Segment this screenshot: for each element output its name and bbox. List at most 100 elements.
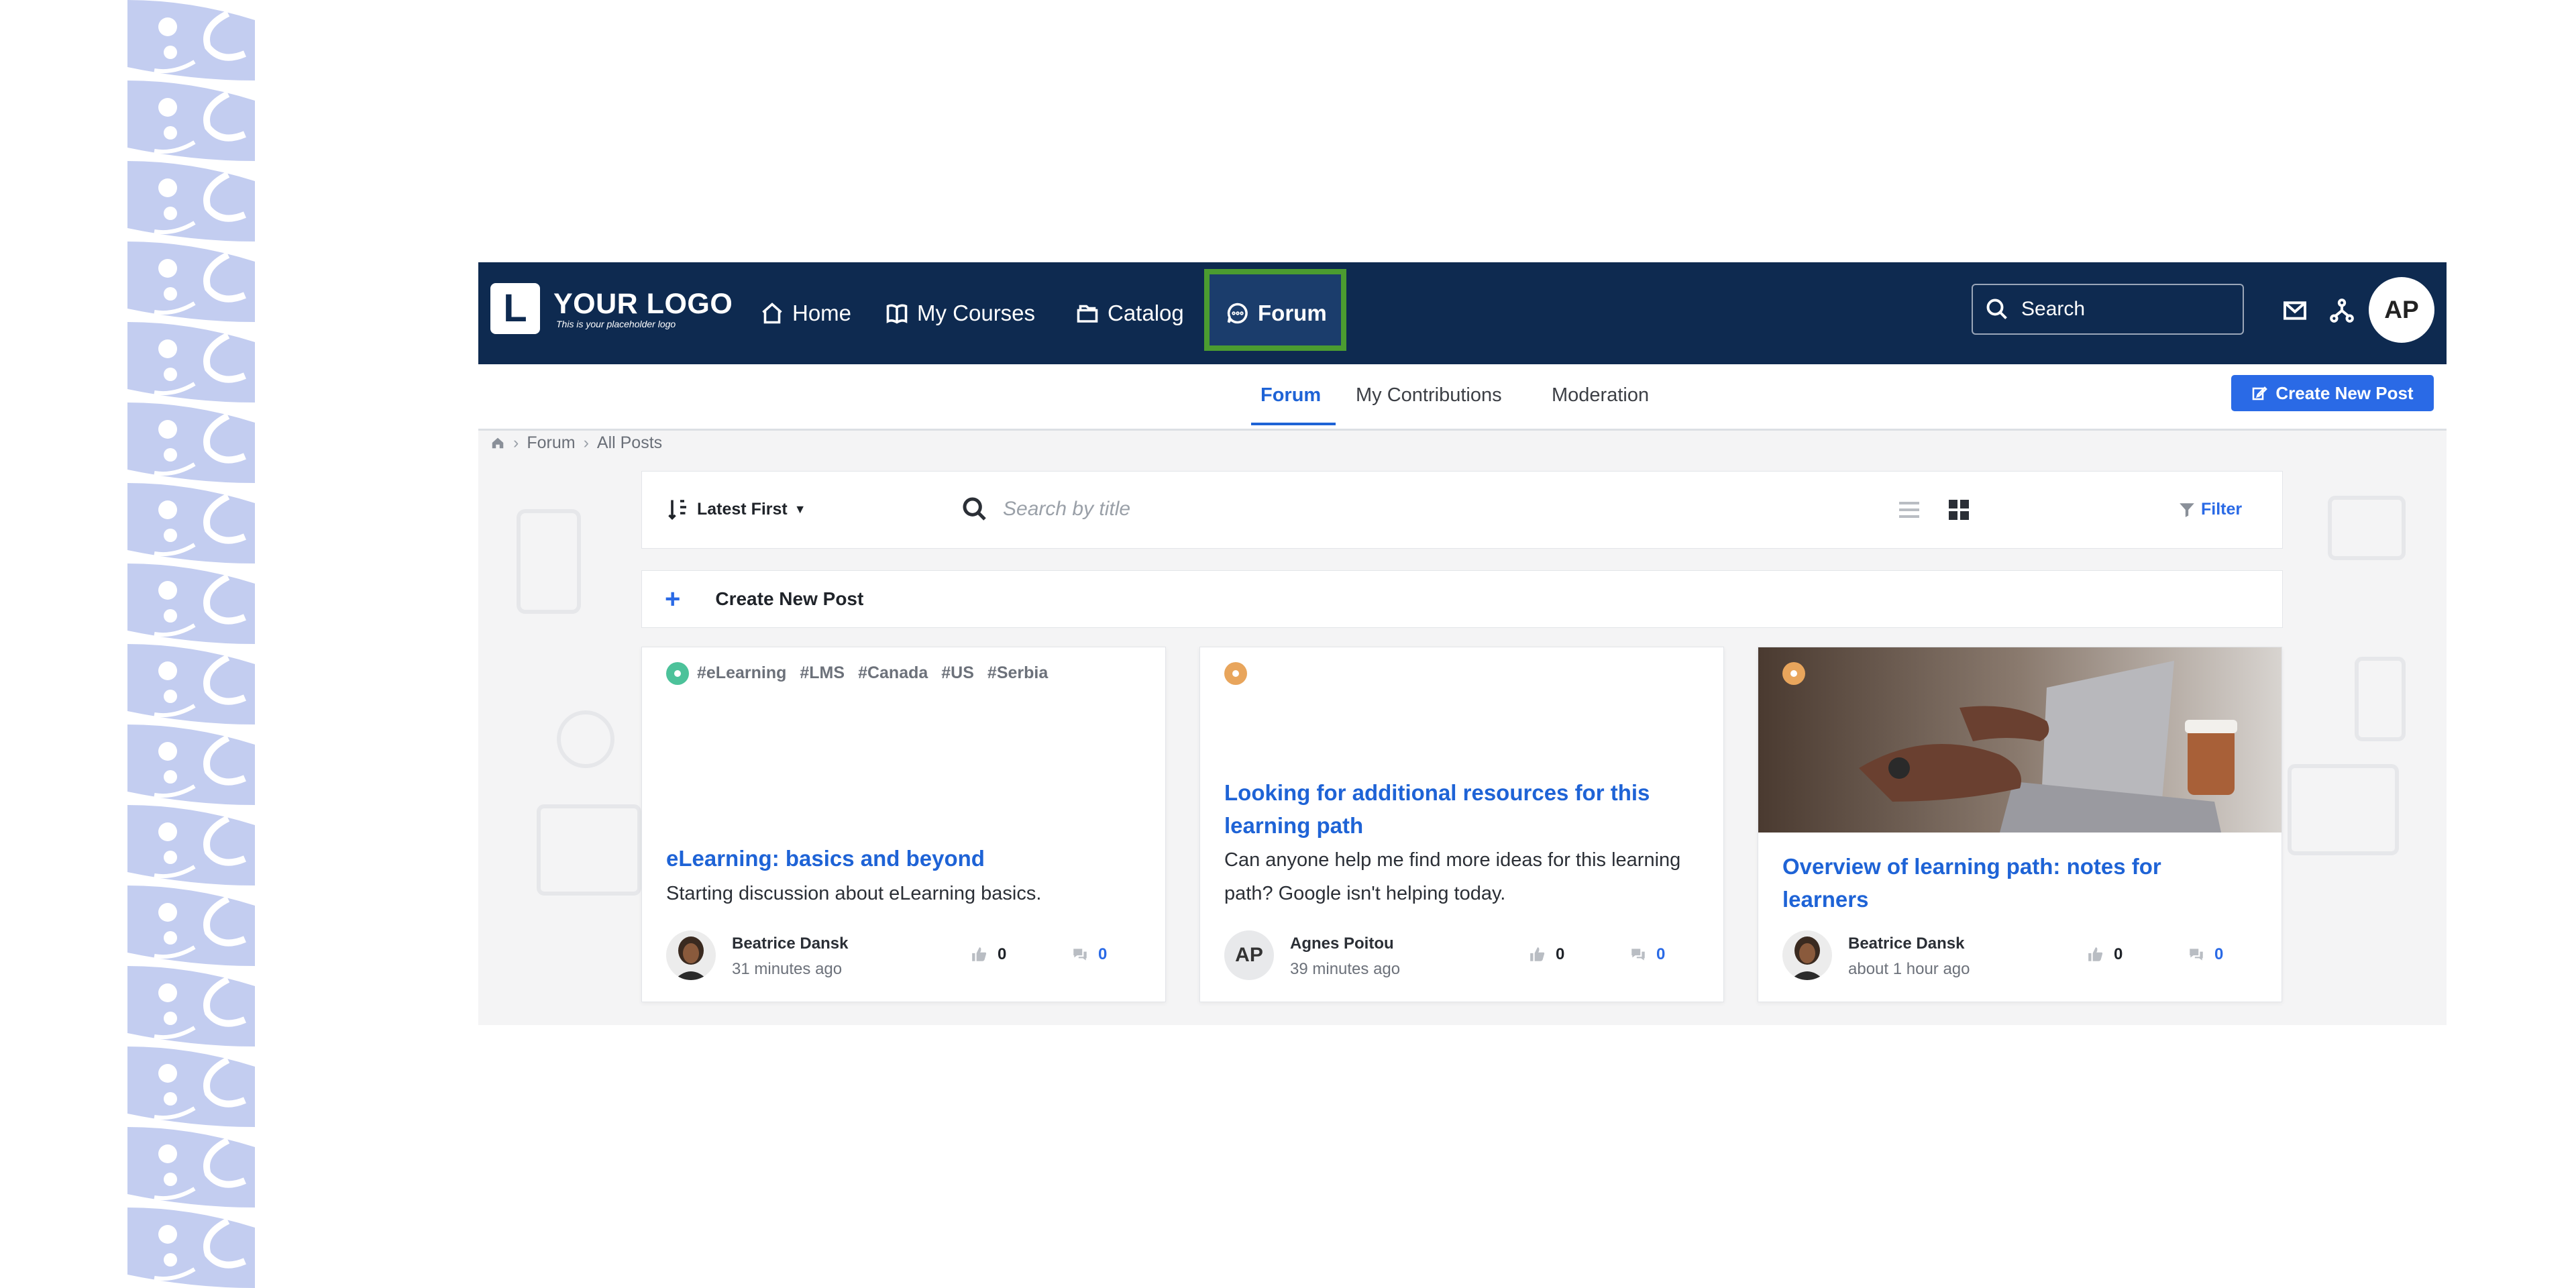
create-new-post-button[interactable]: Create New Post	[2231, 375, 2434, 411]
nav-catalog[interactable]: Catalog	[1075, 293, 1184, 333]
nav-forum[interactable]: Forum	[1226, 293, 1327, 333]
author-avatar[interactable]	[1782, 930, 1832, 980]
tab-forum[interactable]: Forum	[1260, 384, 1321, 407]
post-card[interactable]: #eLearning #LMS #Canada #US #Serbia eLea…	[641, 647, 1166, 1002]
logo-subtitle: This is your placeholder logo	[556, 319, 676, 329]
nav-my-courses-label: My Courses	[917, 301, 1036, 325]
like-button[interactable]: 0	[971, 945, 1006, 964]
top-navigation-bar: L YOUR LOGO This is your placeholder log…	[478, 262, 2447, 364]
caret-down-icon: ▼	[794, 502, 806, 516]
nav-home-label: Home	[792, 301, 852, 325]
chat-icon	[1227, 303, 1248, 324]
search-by-title[interactable]: Search by title	[961, 496, 1130, 523]
breadcrumb: › Forum › All Posts	[490, 431, 662, 454]
comment-count: 0	[1098, 945, 1108, 963]
comments-icon	[1631, 949, 1645, 961]
filter-label: Filter	[2201, 500, 2243, 519]
author-name[interactable]: Agnes Poitou	[1290, 934, 1394, 953]
filter-button[interactable]: Filter	[2178, 500, 2242, 519]
post-title[interactable]: Overview of learning path: notes for lea…	[1782, 850, 2252, 916]
comments-button[interactable]: 0	[1071, 945, 1107, 964]
plus-icon: +	[665, 584, 681, 614]
comment-count: 0	[2214, 945, 2224, 963]
comments-icon	[2190, 949, 2203, 961]
comment-count: 0	[1656, 945, 1666, 963]
user-avatar[interactable]: AP	[2369, 277, 2434, 343]
like-count: 0	[998, 945, 1007, 963]
tab-my-contributions[interactable]: My Contributions	[1356, 384, 1502, 407]
home-icon	[762, 303, 782, 324]
global-search-label: Search	[2021, 298, 2086, 320]
thumbs-up-icon	[1530, 947, 1545, 961]
tag[interactable]: #US	[941, 663, 974, 683]
create-new-post-label: Create New Post	[2275, 382, 2414, 403]
post-time: 31 minutes ago	[732, 960, 843, 978]
author-avatar[interactable]	[666, 930, 716, 980]
catalog-icon	[1077, 305, 1098, 323]
nav-my-courses[interactable]: My Courses	[885, 293, 1035, 333]
posts-toolbar: Latest First ▼ Search by title Filter	[641, 471, 2283, 549]
messages-button[interactable]	[2282, 297, 2308, 324]
mail-icon	[2284, 301, 2306, 320]
post-card[interactable]: Looking for additional resources for thi…	[1199, 647, 1724, 1002]
sort-dropdown[interactable]: Latest First ▼	[666, 497, 806, 521]
post-time: about 1 hour ago	[1848, 960, 1970, 978]
search-icon	[1986, 299, 2007, 319]
comments-icon	[1073, 949, 1087, 961]
grid-view-icon[interactable]	[1947, 498, 1970, 521]
post-title[interactable]: eLearning: basics and beyond	[666, 842, 1136, 875]
post-card[interactable]: Overview of learning path: notes for lea…	[1758, 647, 2282, 1002]
like-count: 0	[2114, 945, 2123, 963]
logo-title[interactable]: YOUR LOGO	[553, 288, 733, 321]
home-icon[interactable]	[490, 435, 505, 450]
global-search[interactable]: Search	[1972, 284, 2244, 335]
nav-home[interactable]: Home	[760, 293, 851, 333]
list-view-icon[interactable]	[1898, 500, 1921, 520]
network-button[interactable]	[2328, 297, 2355, 324]
filter-icon	[2180, 502, 2194, 517]
edit-icon	[2253, 386, 2268, 400]
network-icon	[2330, 299, 2354, 323]
active-tab-indicator	[1251, 423, 1336, 425]
comments-button[interactable]: 0	[2188, 945, 2223, 964]
like-button[interactable]: 0	[1529, 945, 1564, 964]
create-post-label: Create New Post	[715, 588, 864, 609]
like-count: 0	[1556, 945, 1565, 963]
post-description: Can anyone help me find more ideas for t…	[1224, 849, 1681, 904]
category-dot	[1782, 662, 1805, 685]
nav-catalog-label: Catalog	[1108, 301, 1184, 325]
sort-label: Latest First	[697, 499, 788, 519]
post-description: Starting discussion about eLearning basi…	[666, 883, 1042, 904]
tag[interactable]: #Serbia	[987, 663, 1048, 683]
breadcrumb-forum[interactable]: Forum	[527, 433, 575, 453]
search-icon	[963, 497, 986, 521]
author-name[interactable]: Beatrice Dansk	[1848, 934, 1964, 953]
tag[interactable]: #LMS	[800, 663, 845, 683]
forum-subnav: Forum My Contributions Moderation Create…	[478, 364, 2447, 431]
post-title[interactable]: Looking for additional resources for thi…	[1224, 776, 1694, 842]
thumbs-up-icon	[972, 947, 987, 961]
category-dot	[666, 662, 689, 685]
post-cover-image[interactable]	[1758, 647, 2282, 833]
nav-forum-label: Forum	[1258, 301, 1327, 325]
breadcrumb-all-posts: All Posts	[596, 433, 663, 452]
comments-button[interactable]: 0	[1629, 945, 1665, 964]
tag[interactable]: #eLearning	[697, 663, 786, 683]
post-tags: #eLearning #LMS #Canada #US #Serbia	[697, 663, 1048, 683]
thumbs-up-icon	[2088, 947, 2103, 961]
breadcrumb-separator-icon: ›	[583, 433, 589, 452]
author-avatar[interactable]: AP	[1224, 930, 1274, 980]
tab-moderation[interactable]: Moderation	[1552, 384, 1649, 407]
book-icon	[886, 304, 908, 324]
breadcrumb-separator-icon: ›	[513, 433, 519, 452]
forum-app-window: L YOUR LOGO This is your placeholder log…	[478, 262, 2447, 1025]
decorative-pattern	[127, 0, 255, 1288]
like-button[interactable]: 0	[2087, 945, 2123, 964]
create-post-bar[interactable]: + Create New Post	[641, 570, 2283, 628]
sort-icon	[668, 500, 686, 521]
post-time: 39 minutes ago	[1290, 960, 1401, 978]
tag[interactable]: #Canada	[858, 663, 928, 683]
logo-mark[interactable]: L	[490, 283, 540, 334]
author-name[interactable]: Beatrice Dansk	[732, 934, 848, 953]
search-placeholder: Search by title	[1003, 498, 1131, 520]
